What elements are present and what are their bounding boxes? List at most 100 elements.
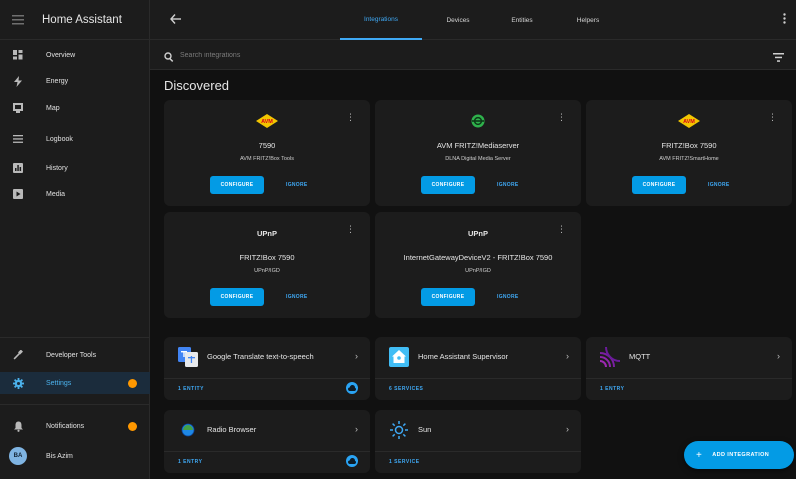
integration-count-link[interactable]: 1 ENTRY <box>178 459 202 465</box>
chevron-right-icon: › <box>566 351 569 361</box>
integration-card-radio-browser[interactable]: Radio Browser › 1 ENTRY <box>164 410 370 473</box>
notifications-badge <box>128 421 137 431</box>
sidebar-item-media[interactable]: Media <box>0 183 150 205</box>
integration-name: Google Translate text-to-speech <box>207 352 314 361</box>
tab-helpers[interactable]: Helpers <box>558 0 618 40</box>
google-translate-icon <box>178 347 198 367</box>
discovered-card: AVM ⋮ 7590 AVM FRITZ!Box Tools CONFIGURE… <box>164 100 370 206</box>
svg-text:AVM: AVM <box>261 119 273 125</box>
card-overflow-icon[interactable]: ⋮ <box>768 112 777 123</box>
svg-text:UPnP: UPnP <box>468 229 488 238</box>
configure-button[interactable]: CONFIGURE <box>632 176 686 194</box>
avm-logo-icon: AVM <box>586 112 792 130</box>
svg-text:UPnP: UPnP <box>257 229 277 238</box>
configure-button[interactable]: CONFIGURE <box>210 288 264 306</box>
menu-icon[interactable] <box>0 14 36 25</box>
discovered-title: FRITZ!Box 7590 <box>239 253 295 262</box>
ignore-button[interactable]: IGNORE <box>497 176 519 194</box>
sidebar-item-profile[interactable]: BA Bis Azim <box>0 445 150 467</box>
sidebar-item-label: History <box>46 164 68 172</box>
ignore-button[interactable]: IGNORE <box>286 288 308 306</box>
discovered-subtitle: AVM FRITZ!SmartHome <box>659 156 719 162</box>
discovered-card: UPnP ⋮ InternetGatewayDeviceV2 - FRITZ!B… <box>375 212 581 318</box>
card-overflow-icon[interactable]: ⋮ <box>557 224 566 235</box>
mqtt-icon <box>599 346 621 368</box>
plus-icon: + <box>696 449 703 461</box>
hammer-icon <box>0 350 36 360</box>
chevron-right-icon: › <box>355 351 358 361</box>
chevron-right-icon: › <box>566 424 569 434</box>
search-input[interactable] <box>180 48 740 62</box>
sidebar-item-label: Logbook <box>46 135 73 143</box>
integration-count-link[interactable]: 6 SERVICES <box>389 386 423 392</box>
top-bar: Integrations Devices Entities Helpers <box>150 0 796 40</box>
tab-devices[interactable]: Devices <box>428 0 488 40</box>
sidebar-item-settings[interactable]: Settings <box>0 372 150 394</box>
integration-card-google-translate[interactable]: Google Translate text-to-speech › 1 ENTI… <box>164 337 370 400</box>
sidebar-item-overview[interactable]: Overview <box>0 44 150 66</box>
chevron-right-icon: › <box>777 351 780 361</box>
view-dashboard-icon <box>0 50 36 60</box>
chevron-right-icon: › <box>355 424 358 434</box>
discovered-subtitle: AVM FRITZ!Box Tools <box>240 156 294 162</box>
tab-integrations[interactable]: Integrations <box>340 0 422 40</box>
search-bar <box>150 40 796 70</box>
card-overflow-icon[interactable]: ⋮ <box>346 112 355 123</box>
filter-icon[interactable] <box>773 49 784 67</box>
home-assistant-icon <box>389 347 409 367</box>
upnp-logo-icon: UPnP <box>164 224 370 242</box>
sidebar-item-developer-tools[interactable]: Developer Tools <box>0 344 150 366</box>
integration-card-mqtt[interactable]: MQTT › 1 ENTRY <box>586 337 792 400</box>
discovered-card: ⋮ AVM FRITZ!Mediaserver DLNA Digital Med… <box>375 100 581 206</box>
avm-logo-icon: AVM <box>164 112 370 130</box>
gear-icon <box>0 377 36 389</box>
sidebar-item-notifications[interactable]: Notifications <box>0 415 150 437</box>
card-overflow-icon[interactable]: ⋮ <box>346 224 355 235</box>
logbook-icon <box>0 134 36 144</box>
configure-button[interactable]: CONFIGURE <box>421 176 475 194</box>
add-integration-button[interactable]: + ADD INTEGRATION <box>684 441 794 469</box>
sidebar-item-map[interactable]: Map <box>0 97 150 119</box>
card-overflow-icon[interactable]: ⋮ <box>557 112 566 123</box>
overflow-menu-icon[interactable] <box>783 13 786 27</box>
sidebar-item-label: Media <box>46 190 66 198</box>
sidebar-item-energy[interactable]: Energy <box>0 70 150 92</box>
play-box-icon <box>0 189 36 199</box>
discovered-card: UPnP ⋮ FRITZ!Box 7590 UPnP/IGD CONFIGURE… <box>164 212 370 318</box>
dlna-logo-icon <box>375 112 581 130</box>
tab-entities[interactable]: Entities <box>490 0 554 40</box>
sidebar-header: Home Assistant <box>0 0 149 40</box>
discovered-heading: Discovered <box>164 78 230 93</box>
integration-name: Home Assistant Supervisor <box>418 352 509 361</box>
avatar: BA <box>9 447 27 465</box>
ignore-button[interactable]: IGNORE <box>708 176 730 194</box>
discovered-card: AVM ⋮ FRITZ!Box 7590 AVM FRITZ!SmartHome… <box>586 100 792 206</box>
discovered-subtitle: DLNA Digital Media Server <box>445 156 511 162</box>
discovered-subtitle: UPnP/IGD <box>465 268 491 274</box>
bell-icon <box>0 421 36 432</box>
integration-card-hassio[interactable]: Home Assistant Supervisor › 6 SERVICES <box>375 337 581 400</box>
sidebar-divider <box>0 404 150 405</box>
sidebar-item-label: Map <box>46 104 60 112</box>
back-arrow-icon[interactable] <box>170 13 181 27</box>
sidebar-item-label: Notifications <box>46 422 85 430</box>
configure-button[interactable]: CONFIGURE <box>421 288 475 306</box>
sidebar-item-logbook[interactable]: Logbook <box>0 128 150 150</box>
sidebar: Home Assistant Overview Energy Map Logbo… <box>0 0 150 479</box>
sidebar-divider <box>0 337 150 338</box>
svg-text:AVM: AVM <box>683 119 695 125</box>
integration-card-sun[interactable]: Sun › 1 SERVICE <box>375 410 581 473</box>
lightning-bolt-icon <box>0 75 36 87</box>
integration-count-link[interactable]: 1 ENTITY <box>178 386 204 392</box>
integration-count-link[interactable]: 1 SERVICE <box>389 459 420 465</box>
sidebar-item-history[interactable]: History <box>0 157 150 179</box>
configure-button[interactable]: CONFIGURE <box>210 176 264 194</box>
radio-browser-icon <box>178 420 198 440</box>
ignore-button[interactable]: IGNORE <box>286 176 308 194</box>
ignore-button[interactable]: IGNORE <box>497 288 519 306</box>
sidebar-item-label: Developer Tools <box>46 351 97 359</box>
discovered-title: AVM FRITZ!Mediaserver <box>436 141 520 150</box>
integration-name: MQTT <box>629 352 651 361</box>
integration-count-link[interactable]: 1 ENTRY <box>600 386 624 392</box>
sidebar-item-label: Energy <box>46 77 69 85</box>
